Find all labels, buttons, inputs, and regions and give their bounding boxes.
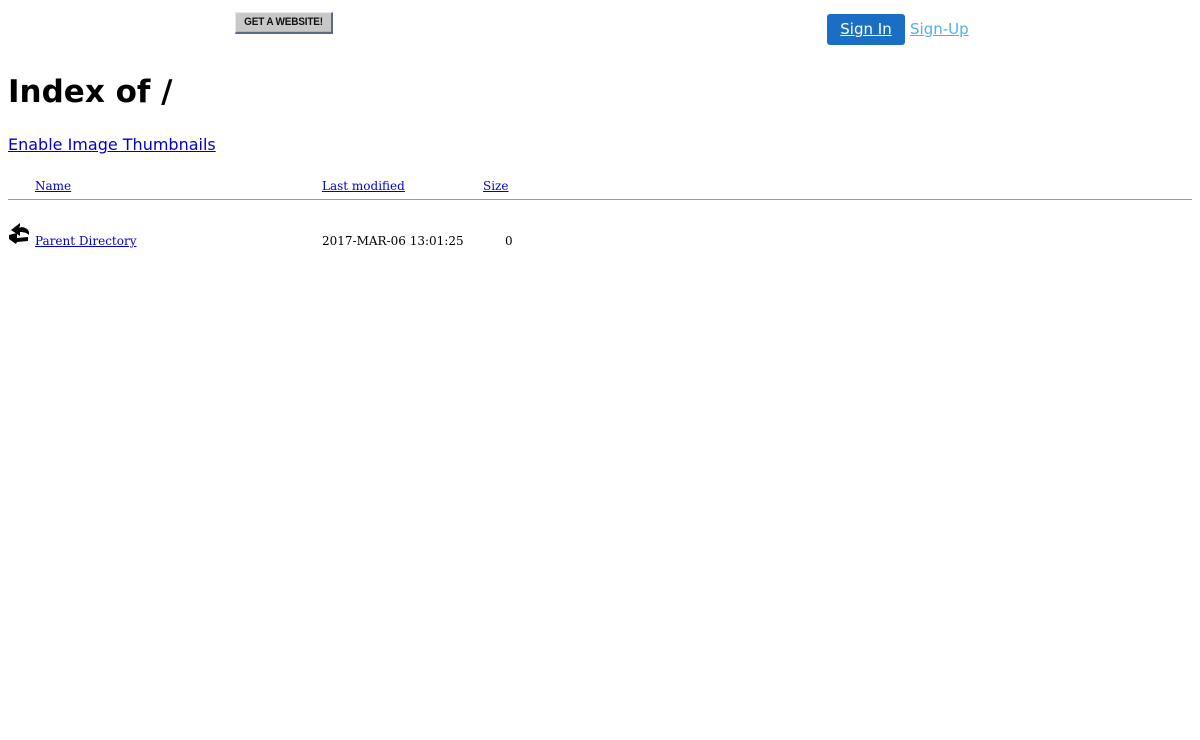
enable-thumbnails-link[interactable]: Enable Image Thumbnails [8,134,216,156]
sort-by-last-modified-link[interactable]: Last modified [322,179,405,193]
size-value: 0 [505,234,513,248]
last-modified-value: 2017-MAR-06 13:01:25 [322,234,464,248]
header-divider [8,199,1192,200]
sort-by-name-link[interactable]: Name [35,179,71,193]
directory-listing: Name Last modified Size Parent Directory… [8,176,1192,248]
listing-header: Name Last modified Size [8,176,1192,196]
get-website-banner-button[interactable]: GET A WEBSITE! [235,12,333,34]
parent-directory-link[interactable]: Parent Directory [35,234,136,248]
sort-by-size-link[interactable]: Size [483,179,508,193]
page-title: Index of / [8,74,173,110]
sign-up-link[interactable]: Sign-Up [910,14,969,45]
back-arrow-icon[interactable] [8,222,30,244]
sign-in-button[interactable]: Sign In [827,14,905,45]
table-row: Parent Directory 2017-MAR-06 13:01:25 0 [8,222,608,248]
top-bar: GET A WEBSITE! Sign In Sign-Up [0,0,1200,56]
